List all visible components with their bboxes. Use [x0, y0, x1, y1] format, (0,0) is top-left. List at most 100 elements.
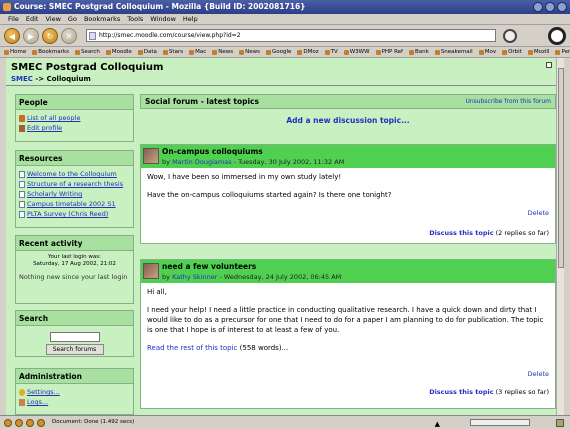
- bookmark-icon: [189, 49, 195, 55]
- navigation-toolbar: ◀ ▶ ↻ ✕ http://smec.moodle.com/course/vi…: [0, 25, 570, 47]
- post-header: need a few volunteers by Kathy Skinner -…: [141, 260, 555, 283]
- search-block: Search Search forums: [15, 310, 134, 357]
- menu-bar: File Edit View Go Bookmarks Tools Window…: [0, 14, 570, 25]
- bookmark-icon: [212, 49, 218, 55]
- bookmark-stars[interactable]: Stars: [162, 47, 183, 57]
- bookmark-php-ref[interactable]: PHP Ref: [375, 47, 403, 57]
- add-discussion-topic-link[interactable]: Add a new discussion topic...: [140, 116, 556, 128]
- resources-block-title: Resources: [16, 151, 133, 166]
- bookmark-tv[interactable]: TV: [324, 47, 338, 57]
- logs-link[interactable]: Logs...: [19, 397, 130, 407]
- bookmark-mac[interactable]: Mac: [189, 47, 206, 57]
- url-bar[interactable]: http://smec.moodle.com/course/view.php?i…: [86, 29, 496, 42]
- menu-file[interactable]: File: [8, 14, 19, 24]
- recent-activity-title: Recent activity: [16, 236, 133, 251]
- bookmark-google[interactable]: Google: [265, 47, 291, 57]
- edit-profile-link[interactable]: Edit profile: [19, 123, 130, 133]
- post-author-link[interactable]: Kathy Skinner: [172, 273, 217, 281]
- avatar[interactable]: [143, 263, 159, 279]
- bookmark-news[interactable]: News: [212, 47, 233, 57]
- stop-button[interactable]: ✕: [61, 27, 77, 44]
- navigator-icon[interactable]: [4, 418, 12, 427]
- bookmark-mozill[interactable]: Mozill: [527, 47, 549, 57]
- bookmark-icon: [375, 49, 381, 55]
- throbber-icon: [548, 27, 566, 45]
- avatar[interactable]: [143, 148, 159, 164]
- bookmark-mov[interactable]: Mov: [478, 47, 496, 57]
- bookmark-search[interactable]: Search: [74, 47, 100, 57]
- bookmark-moodle[interactable]: Moodle: [105, 47, 132, 57]
- composer-icon[interactable]: [26, 418, 34, 427]
- close-button[interactable]: [557, 2, 567, 12]
- back-button[interactable]: ◀: [4, 27, 20, 44]
- bookmarks-toolbar: Home Bookmarks Search Moodle Data Stars …: [0, 47, 570, 58]
- resource-link-structure[interactable]: Structure of a research thesis: [19, 179, 130, 189]
- edit-icon[interactable]: [546, 62, 552, 68]
- unsubscribe-link[interactable]: Unsubscribe from this forum: [465, 95, 551, 109]
- menu-tools[interactable]: Tools: [127, 14, 143, 24]
- document-icon: [19, 210, 25, 218]
- forum-section: Social forum - latest topics Unsubscribe…: [140, 94, 556, 128]
- forum-post: need a few volunteers by Kathy Skinner -…: [140, 259, 556, 409]
- bookmark-w3ww[interactable]: W3WW: [343, 47, 370, 57]
- resource-link-welcome[interactable]: Welcome to the Colloquium: [19, 169, 130, 179]
- delete-post-link[interactable]: Delete: [528, 209, 549, 217]
- search-input[interactable]: [49, 332, 100, 342]
- administration-block: Administration Settings... Logs...: [15, 368, 134, 415]
- bookmark-dmoz[interactable]: DMoz: [297, 47, 319, 57]
- bookmark-sneakemail[interactable]: Sneakemail: [434, 47, 473, 57]
- bookmark-icon: [478, 49, 484, 55]
- bookmark-bookmarks[interactable]: Bookmarks: [32, 47, 69, 57]
- delete-post-link[interactable]: Delete: [528, 370, 549, 378]
- discuss-topic-line: Discuss this topic (2 replies so far): [429, 229, 549, 237]
- post-body: Wow, I have been so immersed in my own s…: [141, 168, 555, 212]
- menu-view[interactable]: View: [45, 14, 60, 24]
- post-subject: On-campus colloquiums: [162, 147, 263, 156]
- bookmark-news-2[interactable]: News: [239, 47, 260, 57]
- forward-button[interactable]: ▶: [23, 27, 39, 44]
- post-author-link[interactable]: Martin Dougiamas: [172, 158, 232, 166]
- menu-bookmarks[interactable]: Bookmarks: [84, 14, 120, 24]
- app-icon: [3, 3, 11, 11]
- resource-link-writing[interactable]: Scholarly Writing: [19, 189, 130, 199]
- bookmark-icon: [162, 49, 168, 55]
- settings-link[interactable]: Settings...: [19, 387, 130, 397]
- bookmark-perthcams[interactable]: PerthCams: [555, 47, 570, 57]
- bookmark-bank[interactable]: Bank: [408, 47, 429, 57]
- menu-edit[interactable]: Edit: [26, 14, 39, 24]
- bookmark-orbit[interactable]: Orbit: [502, 47, 522, 57]
- reload-button[interactable]: ↻: [42, 27, 58, 44]
- breadcrumb-separator: ->: [35, 75, 45, 83]
- bookmark-home[interactable]: Home: [4, 47, 26, 57]
- bookmark-data[interactable]: Data: [137, 47, 157, 57]
- resource-link-timetable[interactable]: Campus timetable 2002 S1: [19, 199, 130, 209]
- vertical-scrollbar[interactable]: [556, 58, 564, 415]
- address-book-icon[interactable]: [37, 418, 45, 427]
- menu-window[interactable]: Window: [150, 14, 176, 24]
- scrollbar-thumb[interactable]: [558, 68, 564, 268]
- logs-icon: [19, 398, 25, 406]
- search-forums-button[interactable]: Search forums: [45, 344, 104, 355]
- menu-go[interactable]: Go: [68, 14, 77, 24]
- forum-title: Social forum - latest topics: [145, 97, 259, 106]
- minimize-button[interactable]: [533, 2, 543, 12]
- read-more-link[interactable]: Read the rest of this topic: [147, 344, 237, 352]
- bookmark-icon: [555, 49, 561, 55]
- post-header: On-campus colloquiums by Martin Dougiama…: [141, 145, 555, 168]
- post-paragraph: Hi all,: [147, 288, 167, 296]
- bookmark-icon: [343, 49, 349, 55]
- last-login-label: Your last login was:: [48, 254, 101, 260]
- list-all-people-link[interactable]: List of all people: [19, 113, 130, 123]
- security-lock-icon[interactable]: [556, 419, 564, 427]
- window-titlebar: Course: SMEC Postgrad Colloquium - Mozil…: [0, 0, 570, 14]
- breadcrumb-home-link[interactable]: SMEC: [11, 75, 33, 83]
- post-paragraph: I need your help! I need a little practi…: [147, 306, 544, 334]
- search-icon[interactable]: [503, 28, 517, 43]
- resource-link-survey[interactable]: PLTA Survey (Chris Reed): [19, 209, 130, 219]
- discuss-topic-link[interactable]: Discuss this topic: [429, 229, 493, 237]
- breadcrumb-current: Colloquium: [46, 75, 91, 83]
- discuss-topic-link[interactable]: Discuss this topic: [429, 388, 493, 396]
- maximize-button[interactable]: [545, 2, 555, 12]
- menu-help[interactable]: Help: [183, 14, 198, 24]
- mail-icon[interactable]: [15, 418, 23, 427]
